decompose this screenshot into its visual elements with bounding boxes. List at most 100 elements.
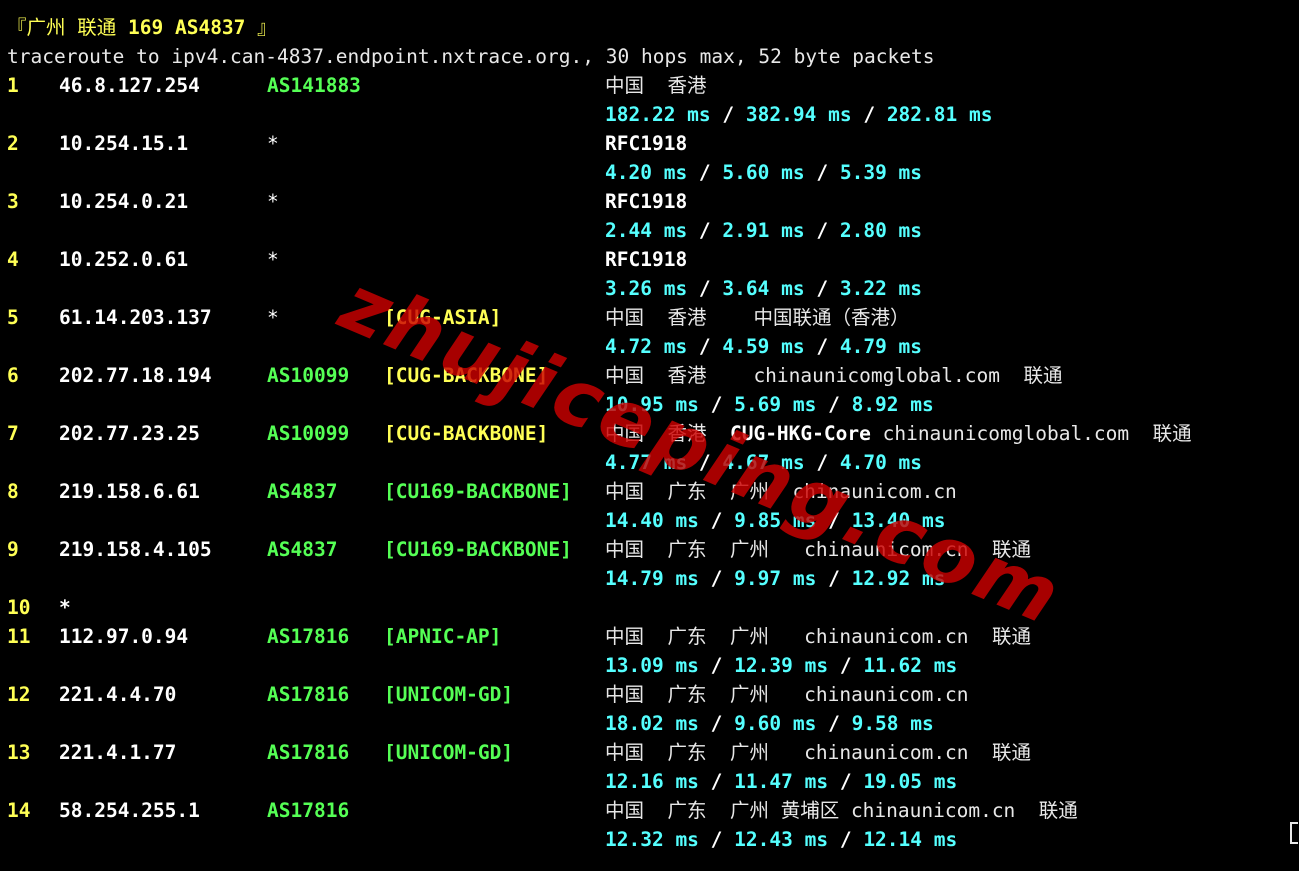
rtt-value: 12.92 ms (851, 567, 946, 590)
hop-number: 12 (7, 683, 31, 706)
hop-asn: AS10099 (267, 422, 350, 445)
hop-network-tag: [CU169-BACKBONE] (384, 480, 572, 503)
rtt-value: 5.69 ms (734, 393, 817, 416)
hop-geo-location: 中国 广东 广州 chinaunicom.cn (605, 480, 957, 503)
hop-rtt-times: 12.32 ms / 12.43 ms / 12.14 ms (605, 825, 957, 854)
rtt-separator: / (828, 770, 864, 793)
rtt-value: 2.44 ms (605, 219, 688, 242)
hop-geo-location: 中国 广东 广州 chinaunicom.cn (605, 683, 969, 706)
hop-asn: AS17816 (267, 683, 350, 706)
hop-ip-address: 219.158.6.61 (59, 480, 200, 503)
hop-rtt-times: 14.79 ms / 9.97 ms / 12.92 ms (605, 564, 946, 593)
hop-geo-suffix: chinaunicomglobal.com 联通 (870, 422, 1192, 445)
rtt-separator: / (804, 161, 840, 184)
rtt-separator: / (687, 161, 723, 184)
hop-network-tag: [UNICOM-GD] (384, 741, 514, 764)
hop-rtt-times: 14.40 ms / 9.85 ms / 13.40 ms (605, 506, 946, 535)
rtt-value: 12.43 ms (734, 828, 829, 851)
hop-ip-address: 202.77.23.25 (59, 422, 200, 445)
rtt-value: 13.40 ms (851, 509, 946, 532)
rtt-value: 19.05 ms (863, 770, 958, 793)
rtt-value: 4.79 ms (839, 335, 923, 358)
hop-geo-location: RFC1918 (605, 248, 688, 271)
hop-ip-address: 61.14.203.137 (59, 306, 212, 329)
terminal-window[interactable]: 『广州 联通 169 AS4837 』 traceroute to ipv4.c… (0, 0, 1299, 871)
hop-geo-location: 中国 广东 广州 chinaunicom.cn 联通 (605, 741, 1032, 764)
hop-rtt-times: 13.09 ms / 12.39 ms / 11.62 ms (605, 651, 957, 680)
hop-rtt-times: 3.26 ms / 3.64 ms / 3.22 ms (605, 274, 922, 303)
hop-geo-location: 中国 广东 广州 chinaunicom.cn 联通 (605, 625, 1032, 648)
hop-geo-location: 中国 香港 chinaunicomglobal.com 联通 (605, 364, 1063, 387)
rtt-separator: / (804, 277, 840, 300)
hop-geo-location: 中国 广东 广州 黄埔区 chinaunicom.cn 联通 (605, 799, 1078, 822)
rtt-separator: / (698, 712, 735, 735)
hop-asn: AS4837 (267, 538, 338, 561)
hop-number: 4 (7, 248, 19, 271)
hop-asn: AS17816 (267, 625, 350, 648)
rtt-value: 18.02 ms (605, 712, 699, 735)
rtt-separator: / (698, 567, 735, 590)
hop-geo-location: 中国 香港 (605, 74, 707, 97)
rtt-value: 9.58 ms (851, 712, 934, 735)
rtt-separator: / (687, 277, 723, 300)
rtt-separator: / (851, 103, 887, 126)
rtt-value: 2.80 ms (839, 219, 923, 242)
hop-ip-address: 202.77.18.194 (59, 364, 212, 387)
rtt-value: 12.16 ms (605, 770, 699, 793)
rtt-value: 13.09 ms (605, 654, 699, 677)
rtt-separator: / (816, 393, 852, 416)
hop-number: 3 (7, 190, 19, 213)
rtt-value: 9.85 ms (734, 509, 817, 532)
rtt-value: 4.72 ms (605, 335, 688, 358)
rtt-separator: / (816, 712, 852, 735)
rtt-value: 3.64 ms (722, 277, 805, 300)
hop-rtt-times: 4.20 ms / 5.60 ms / 5.39 ms (605, 158, 922, 187)
hop-rtt-times: 10.95 ms / 5.69 ms / 8.92 ms (605, 390, 934, 419)
hop-number: 1 (7, 74, 19, 97)
hop-network-tag: [APNIC-AP] (384, 625, 502, 648)
hop-geo-location: RFC1918 (605, 190, 688, 213)
hop-network-tag: [CUG-ASIA] (384, 306, 502, 329)
header-route-tag: 169 AS4837 (128, 16, 246, 39)
hop-ip-address: 10.254.0.21 (59, 190, 189, 213)
rtt-separator: / (698, 770, 735, 793)
rtt-separator: / (816, 567, 852, 590)
hop-number: 10 (7, 596, 31, 619)
hop-asn: * (267, 248, 279, 271)
rtt-value: 3.22 ms (839, 277, 923, 300)
hop-rtt-times: 12.16 ms / 11.47 ms / 19.05 ms (605, 767, 957, 796)
hop-ip-address: 58.254.255.1 (59, 799, 200, 822)
hop-network-tag: [CUG-BACKBONE] (384, 422, 549, 445)
rtt-separator: / (698, 509, 735, 532)
rtt-value: 9.60 ms (734, 712, 817, 735)
rtt-separator: / (687, 219, 723, 242)
hop-ip-address: 10.254.15.1 (59, 132, 189, 155)
rtt-separator: / (710, 103, 746, 126)
hop-number: 7 (7, 422, 19, 445)
header-region: 广州 联通 (26, 16, 117, 39)
hop-network-tag: [CUG-BACKBONE] (384, 364, 549, 387)
rtt-value: 5.60 ms (722, 161, 805, 184)
rtt-value: 12.39 ms (734, 654, 829, 677)
hop-geo-prefix: 中国 香港 (605, 422, 730, 445)
rtt-value: 4.59 ms (722, 335, 805, 358)
rtt-value: 12.32 ms (605, 828, 699, 851)
hop-number: 8 (7, 480, 19, 503)
rtt-separator: / (687, 335, 723, 358)
hop-number: 6 (7, 364, 19, 387)
rtt-separator: / (698, 654, 735, 677)
rtt-value: 4.77 ms (605, 451, 688, 474)
hop-number: 14 (7, 799, 31, 822)
hop-ip-address: 46.8.127.254 (59, 74, 200, 97)
rtt-value: 14.79 ms (605, 567, 699, 590)
hop-number: 2 (7, 132, 19, 155)
hop-rtt-times: 4.72 ms / 4.59 ms / 4.79 ms (605, 332, 922, 361)
rtt-value: 4.20 ms (605, 161, 688, 184)
rtt-value: 4.67 ms (722, 451, 805, 474)
rtt-value: 9.97 ms (734, 567, 817, 590)
rtt-separator: / (698, 828, 735, 851)
hop-ip-address: * (59, 596, 71, 619)
hop-ip-address: 219.158.4.105 (59, 538, 212, 561)
hop-network-tag: [CU169-BACKBONE] (384, 538, 572, 561)
hop-number: 13 (7, 741, 31, 764)
